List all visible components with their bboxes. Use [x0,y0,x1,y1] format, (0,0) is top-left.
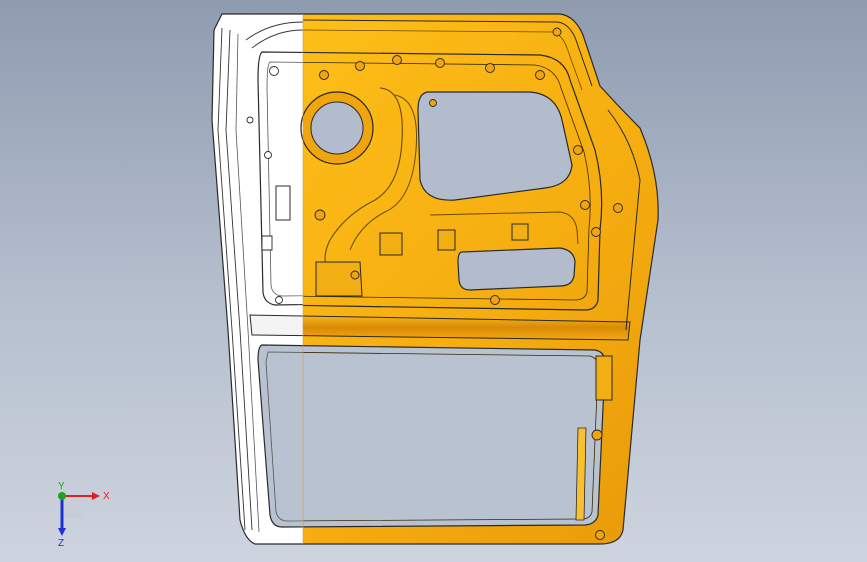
y-axis-point [58,492,66,500]
door-panel-model[interactable] [0,0,867,562]
z-axis-arrow [58,528,66,536]
x-axis-label: X [103,491,110,502]
cad-viewport[interactable]: X Y Z [0,0,867,562]
y-axis-label: Y [58,481,65,492]
z-axis-label: Z [58,538,64,548]
triad-quadrant [62,496,84,518]
axis-triad: X Y Z [58,481,110,548]
x-axis-arrow [92,492,100,500]
